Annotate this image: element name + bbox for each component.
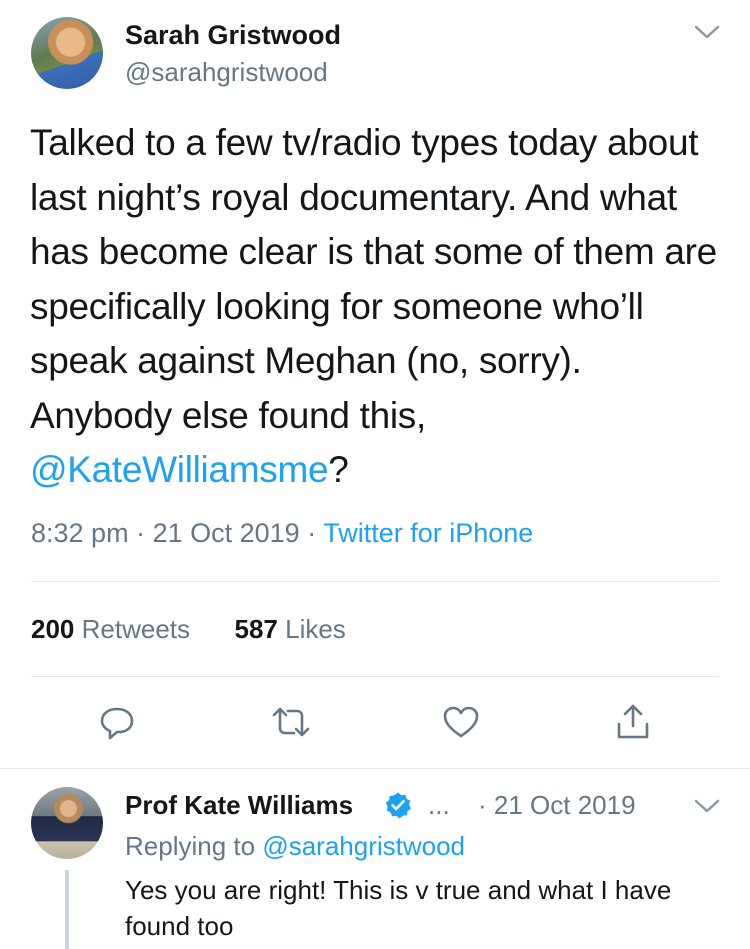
reply-date[interactable]: · 21 Oct 2019 xyxy=(478,790,636,821)
divider xyxy=(31,676,719,677)
meta-separator: · xyxy=(136,518,146,548)
tweet-text-body: Talked to a few tv/radio types today abo… xyxy=(30,122,717,436)
tweet-date[interactable]: 21 Oct 2019 xyxy=(153,518,300,548)
reply-icon[interactable] xyxy=(97,702,137,742)
likes-label: Likes xyxy=(285,614,346,644)
name-overflow-ellipsis: ... xyxy=(428,790,450,820)
chevron-down-icon[interactable] xyxy=(690,794,724,818)
author-name[interactable]: Sarah Gristwood xyxy=(125,20,341,51)
likes-count: 587 xyxy=(234,614,278,644)
divider xyxy=(0,768,750,769)
author-handle[interactable]: @sarahgristwood xyxy=(125,57,328,88)
replying-prefix: Replying to xyxy=(125,831,256,861)
like-icon[interactable] xyxy=(441,702,481,742)
retweet-icon[interactable] xyxy=(271,702,311,742)
author-avatar[interactable] xyxy=(31,17,103,89)
meta-separator: · xyxy=(307,518,317,548)
tweet-stats: 200 Retweets 587 Likes xyxy=(31,614,346,645)
retweets-label: Retweets xyxy=(81,614,191,644)
thread-line xyxy=(65,870,69,949)
tweet-text-end: ? xyxy=(328,449,349,490)
retweets-stat[interactable]: 200 Retweets xyxy=(31,614,190,644)
share-icon[interactable] xyxy=(613,702,653,742)
divider xyxy=(31,581,719,582)
mention-link[interactable]: @KateWilliamsme xyxy=(30,449,329,490)
reply-text: Yes you are right! This is v true and wh… xyxy=(125,875,672,941)
replying-handle-link[interactable]: @sarahgristwood xyxy=(262,831,465,861)
likes-stat[interactable]: 587 Likes xyxy=(234,614,345,644)
chevron-down-icon[interactable] xyxy=(690,20,724,44)
reply-author-name[interactable]: Prof Kate Williams xyxy=(125,790,353,821)
tweet-meta: 8:32 pm · 21 Oct 2019 · Twitter for iPho… xyxy=(31,518,533,549)
reply-author-avatar[interactable] xyxy=(31,787,103,859)
replying-to: Replying to @sarahgristwood xyxy=(125,831,465,862)
tweet-text: Talked to a few tv/radio types today abo… xyxy=(30,116,720,498)
retweets-count: 200 xyxy=(31,614,75,644)
tweet-time[interactable]: 8:32 pm xyxy=(31,518,129,548)
verified-badge-icon xyxy=(384,791,412,819)
tweet-source[interactable]: Twitter for iPhone xyxy=(323,518,533,548)
